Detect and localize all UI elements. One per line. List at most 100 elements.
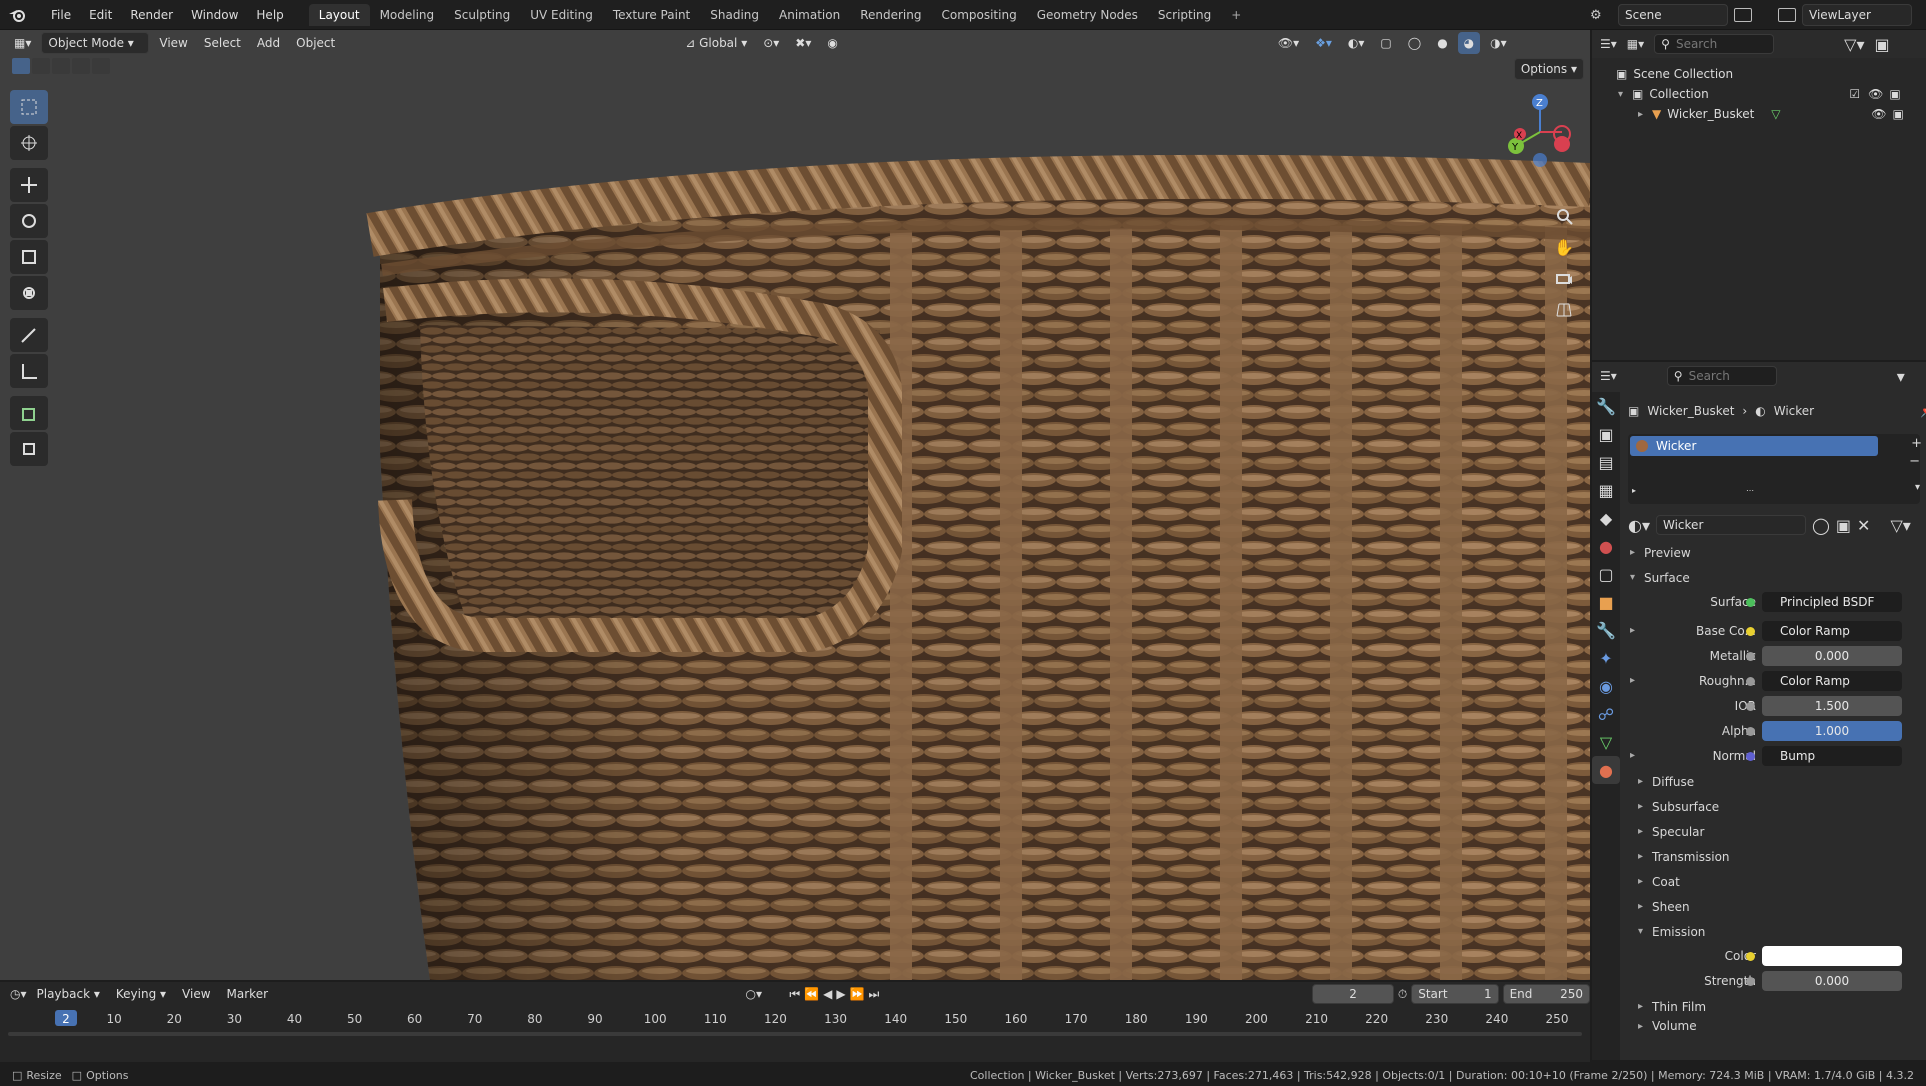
play-reverse-icon[interactable]: ◀ <box>823 987 832 1001</box>
select-intersect-icon[interactable] <box>92 58 110 74</box>
scale-tool-icon[interactable] <box>10 240 48 274</box>
eye-icon[interactable]: 👁 <box>1871 107 1886 121</box>
tab-modeling[interactable]: Modeling <box>370 4 445 26</box>
tab-shading[interactable]: Shading <box>700 4 769 26</box>
render-camera-icon[interactable]: ▣ <box>1892 107 1903 121</box>
duplicate-icon[interactable]: ▣ <box>1836 516 1851 535</box>
tab-scripting[interactable]: Scripting <box>1148 4 1221 26</box>
shading-solid-icon[interactable]: ● <box>1431 32 1453 54</box>
transform-tool-icon[interactable] <box>10 276 48 310</box>
object-row[interactable]: ▸ ▼ Wicker_Busket ▽ 👁 ▣ <box>1616 104 1926 124</box>
tab-animation[interactable]: Animation <box>769 4 850 26</box>
perspective-grid-icon[interactable] <box>1550 295 1578 323</box>
measure-tool-icon[interactable] <box>10 354 48 388</box>
physics-tab-icon[interactable]: ◉ <box>1592 672 1620 700</box>
chevron-right-icon[interactable]: ▸ <box>1638 109 1652 120</box>
emission-strength-field[interactable]: 0.000 <box>1762 971 1902 991</box>
thin-film-section[interactable]: ▸ Thin Film <box>1622 994 1926 1019</box>
viewport-menu-add[interactable]: Add <box>251 32 286 54</box>
collection-tab-icon[interactable]: ▢ <box>1592 560 1620 588</box>
base-color-field[interactable]: Color Ramp <box>1762 621 1902 641</box>
overlay-toggle-icon[interactable]: ◐▾ <box>1342 32 1371 54</box>
sheen-section[interactable]: ▸ Sheen <box>1622 894 1926 919</box>
resize-handle-icon[interactable]: ⋯ <box>1746 486 1754 495</box>
visibility-icon[interactable]: 👁▾ <box>1272 32 1305 54</box>
fake-user-shield-icon[interactable]: ◯ <box>1812 516 1830 535</box>
outliner-search[interactable]: ⚲ Search <box>1654 34 1775 54</box>
editor-type-icon[interactable]: ▦▾ <box>8 32 37 54</box>
volume-section[interactable]: ▸ Volume <box>1622 1019 1926 1033</box>
transmission-section[interactable]: ▸ Transmission <box>1622 844 1926 869</box>
zoom-icon[interactable] <box>1550 202 1578 230</box>
jump-start-icon[interactable]: ⏮ <box>789 987 800 1002</box>
close-icon[interactable]: ✕ <box>1857 516 1870 535</box>
shading-material-icon[interactable]: ◕ <box>1457 32 1481 54</box>
jump-end-icon[interactable]: ⏭ <box>869 987 880 1002</box>
pivot-icon[interactable]: ⊙▾ <box>757 32 785 54</box>
preview-section-header[interactable]: ▸ Preview <box>1622 540 1926 565</box>
scene-tab-icon[interactable]: ◆ <box>1592 504 1620 532</box>
chevron-down-icon[interactable]: ▾ <box>1915 482 1920 493</box>
auto-keying-icon[interactable]: ○▾ <box>746 987 763 1001</box>
menu-help[interactable]: Help <box>247 8 292 22</box>
transform-orientation-dropdown[interactable]: ⊿ Global ▾ <box>679 32 753 54</box>
blender-logo-icon[interactable] <box>6 4 28 26</box>
tab-uv-editing[interactable]: UV Editing <box>520 4 603 26</box>
particles-tab-icon[interactable]: ✦ <box>1592 644 1620 672</box>
keying-menu[interactable]: Keying ▾ <box>110 983 172 1005</box>
select-box-tool-icon[interactable] <box>10 90 48 124</box>
pan-hand-icon[interactable]: ✋ <box>1550 233 1578 261</box>
subsurface-section[interactable]: ▸ Subsurface <box>1622 794 1926 819</box>
emission-section[interactable]: ▾ Emission <box>1622 919 1926 944</box>
collection-row[interactable]: ▾ ▣ Collection ☑ 👁 ▣ <box>1616 84 1926 104</box>
material-browse-icon[interactable]: ◐▾ <box>1628 516 1650 535</box>
display-mode-icon[interactable]: ▦▾ <box>1627 37 1644 51</box>
camera-icon[interactable] <box>1550 264 1578 292</box>
timeline-view-menu[interactable]: View <box>176 983 216 1005</box>
material-slot-item[interactable]: Wicker <box>1630 436 1878 456</box>
timeline-scrollbar[interactable] <box>8 1032 1582 1036</box>
outliner-editor-icon[interactable]: ☰▾ <box>1600 37 1617 51</box>
chevron-down-icon[interactable]: ▾ <box>1618 89 1632 100</box>
select-extend-icon[interactable] <box>32 58 50 74</box>
chevron-right-icon[interactable]: ▸ <box>1630 625 1644 636</box>
viewport-menu-view[interactable]: View <box>153 32 193 54</box>
specular-section[interactable]: ▸ Specular <box>1622 819 1926 844</box>
viewport-menu-object[interactable]: Object <box>290 32 341 54</box>
scene-field[interactable]: Scene <box>1618 4 1728 26</box>
viewlayer-field[interactable]: ViewLayer <box>1802 4 1912 26</box>
object-mode-dropdown[interactable]: Object Mode ▾ <box>41 32 150 54</box>
prev-keyframe-icon[interactable]: ⏪ <box>804 987 819 1001</box>
gizmo-toggle-icon[interactable]: ❖▾ <box>1309 32 1338 54</box>
3d-viewport[interactable]: ▦▾ Object Mode ▾ View Select Add Object … <box>0 30 1590 980</box>
options-button[interactable]: Options ▾ <box>1513 58 1584 80</box>
play-icon[interactable]: ▶ <box>836 987 845 1001</box>
add-cube-tool-icon[interactable] <box>10 396 48 430</box>
object-tab-icon[interactable]: ■ <box>1592 588 1620 616</box>
tab-sculpting[interactable]: Sculpting <box>444 4 520 26</box>
chevron-right-icon[interactable]: ▸ <box>1630 750 1644 761</box>
material-tab-icon[interactable]: ● <box>1592 756 1620 784</box>
viewport-menu-select[interactable]: Select <box>198 32 247 54</box>
menu-file[interactable]: File <box>42 8 80 22</box>
annotate-tool-icon[interactable] <box>10 318 48 352</box>
extrude-tool-icon[interactable] <box>10 432 48 466</box>
add-slot-icon[interactable]: + <box>1911 436 1922 451</box>
end-frame-field[interactable]: End 250 <box>1502 984 1590 1004</box>
constraints-tab-icon[interactable]: ☍ <box>1592 700 1620 728</box>
frame-ruler[interactable]: 2 10 20 30 40 50 60 70 80 90 100 110 120 130 140 150 160… <box>0 1010 1590 1028</box>
next-keyframe-icon[interactable]: ⏩ <box>850 987 865 1001</box>
stopwatch-icon[interactable]: ⏱ <box>1398 987 1407 1002</box>
metallic-field[interactable]: 0.000 <box>1762 646 1902 666</box>
shading-rendered-icon[interactable]: ◑▾ <box>1484 32 1513 54</box>
menu-render[interactable]: Render <box>121 8 182 22</box>
filter-icon[interactable]: ▽▾ <box>1890 516 1910 535</box>
material-name-field[interactable]: Wicker <box>1656 515 1806 535</box>
select-invert-icon[interactable] <box>72 58 90 74</box>
pin-icon[interactable]: 📌 <box>1920 404 1926 418</box>
filter-icon[interactable]: ▽▾ <box>1844 35 1864 54</box>
move-tool-icon[interactable] <box>10 168 48 202</box>
tab-geometry-nodes[interactable]: Geometry Nodes <box>1027 4 1148 26</box>
menu-edit[interactable]: Edit <box>80 8 121 22</box>
current-frame-field[interactable]: 2 <box>1312 984 1394 1004</box>
